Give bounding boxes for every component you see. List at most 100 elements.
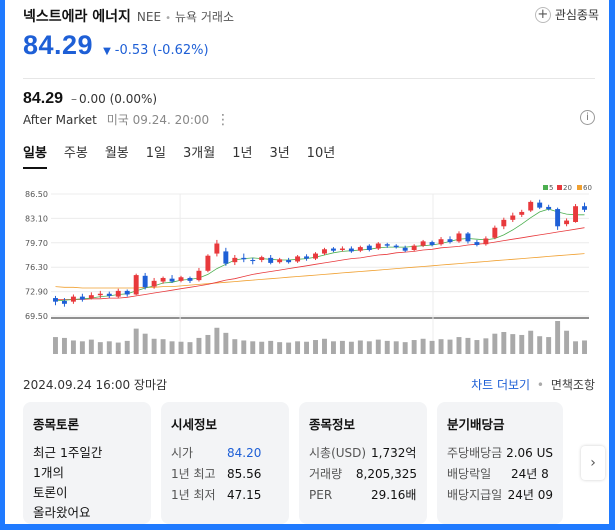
add-favorite-button[interactable]: + 관심종목 [534, 6, 599, 23]
kv-key: 시가 [171, 446, 194, 460]
stock-name: 넥스트에라 에너지 [23, 9, 131, 25]
volume-bar [366, 341, 372, 354]
volume-bar [53, 337, 58, 354]
candle-body [178, 277, 184, 281]
volume-bar [384, 340, 390, 354]
tab-weekly[interactable]: 주봉 [64, 142, 88, 169]
tab-3month[interactable]: 3개월 [183, 142, 215, 169]
candle-body [97, 293, 103, 296]
candle-body [223, 251, 229, 264]
kv-key: 1년 최저 [171, 488, 216, 502]
candle-body [402, 247, 408, 251]
kv-value: 24년 8 [511, 467, 549, 481]
y-tick-label: 76.30 [25, 263, 48, 272]
candle-body [438, 239, 444, 245]
candle-body [348, 248, 354, 252]
volume-bar [295, 341, 301, 354]
volume-bar [115, 342, 121, 354]
kv-key: PER [309, 488, 333, 502]
volume-bar [555, 321, 561, 354]
candle-body [214, 243, 220, 254]
volume-bar [313, 340, 318, 354]
info-row-per: PER 29.16배 [309, 485, 417, 506]
kv-value: 85.56 [227, 467, 262, 481]
volume-bar [528, 330, 534, 354]
volume-bar [501, 332, 507, 354]
volume-bar [564, 330, 570, 354]
candle-body [205, 255, 211, 271]
kv-key: 1년 최고 [171, 467, 216, 481]
favorite-label: 관심종목 [554, 8, 599, 22]
tab-10year[interactable]: 10년 [307, 142, 336, 169]
candle-body [546, 206, 552, 210]
volume-bar [411, 340, 417, 354]
candle-body [160, 277, 166, 282]
kv-key: 시총(USD) [309, 446, 367, 460]
candle-body [79, 296, 85, 300]
price-row: 84.29 ▼ -0.53 (-0.62%) [23, 30, 603, 61]
legend-label: 5 [549, 184, 553, 192]
tab-1day[interactable]: 1일 [146, 142, 166, 169]
candle-body [528, 201, 534, 211]
candle-body [492, 227, 498, 238]
legend-swatch [557, 185, 562, 190]
candle-body [483, 238, 489, 245]
candle-body [357, 247, 363, 251]
market-row-low: 1년 최저 47.15 [171, 485, 279, 506]
separator-dot: • [536, 378, 544, 392]
volume-bar [322, 338, 327, 354]
kv-key: 배당락일 [447, 467, 492, 481]
dividend-card[interactable]: 분기배당금 주당배당금 2.06 US 배당락일 24년 8 배당지급일 24년… [437, 402, 563, 524]
y-tick-label: 79.70 [25, 239, 48, 248]
chart-links: 차트 더보기 • 면책조항 [471, 376, 595, 393]
volume-bar [133, 328, 139, 354]
after-market-time: 미국 09.24. 20:00 [106, 113, 210, 127]
volume-bar [88, 339, 94, 354]
stock-header: 넥스트에라 에너지 NEE • 뉴욕 거래소 + 관심종목 84.29 ▼ -0… [23, 6, 603, 66]
stock-info-card[interactable]: 종목정보 시총(USD) 1,732억 거래량 8,205,325 PER 29… [299, 402, 427, 524]
candle-body [411, 245, 417, 250]
down-triangle-icon: ▼ [103, 46, 111, 57]
kv-value: 2.06 US [506, 446, 553, 460]
next-cards-button[interactable]: › [581, 446, 605, 480]
kv-key: 거래량 [309, 467, 343, 481]
discussion-line: 올라왔어요 [33, 505, 91, 520]
chevron-right-icon: › [590, 455, 596, 471]
candle-body [501, 219, 507, 227]
chart-more-link[interactable]: 차트 더보기 [471, 378, 530, 392]
kv-value: 8,205,325 [355, 467, 417, 481]
card-title: 종목정보 [309, 417, 356, 432]
discussion-card[interactable]: 종목토론 최근 1주일간 1개의 토론이 올라왔어요 [23, 402, 151, 524]
volume-bar [573, 341, 579, 354]
candle-body [573, 206, 579, 222]
volume-bar [70, 340, 76, 354]
market-info-card[interactable]: 시세정보 시가 84.20 1년 최고 85.56 1년 최저 47.15 [161, 402, 289, 524]
tab-1year[interactable]: 1년 [232, 142, 252, 169]
info-icon[interactable]: i [580, 110, 595, 125]
candle-body [429, 242, 435, 245]
kv-value: 84.20 [227, 446, 262, 460]
volume-bar [474, 340, 480, 354]
volume-bar [330, 341, 336, 354]
volume-bar [106, 341, 112, 354]
volume-bar [483, 338, 489, 354]
candle-body [537, 202, 543, 208]
volume-bar [438, 339, 444, 354]
candle-body [187, 277, 193, 281]
tab-3year[interactable]: 3년 [269, 142, 289, 169]
y-tick-label: 83.10 [25, 214, 48, 223]
tab-daily[interactable]: 일봉 [23, 142, 47, 169]
market-row-open: 시가 84.20 [171, 443, 279, 464]
candle-body [88, 295, 94, 299]
market-close-timestamp: 2024.09.24 16:00 장마감 [23, 378, 168, 392]
tab-monthly[interactable]: 월봉 [105, 142, 129, 169]
price-chart[interactable]: 86.5083.1079.7076.3072.9069.5008/0109/03… [23, 178, 595, 367]
candle-body [295, 256, 301, 262]
candle-body [330, 248, 336, 251]
after-market-price: 84.29 [23, 90, 64, 107]
candle-body [582, 206, 587, 210]
volume-bar [196, 337, 202, 354]
info-row-marketcap: 시총(USD) 1,732억 [309, 443, 417, 464]
dividend-row-exdate: 배당락일 24년 8 [447, 464, 553, 485]
disclaimer-link[interactable]: 면책조항 [551, 378, 595, 392]
